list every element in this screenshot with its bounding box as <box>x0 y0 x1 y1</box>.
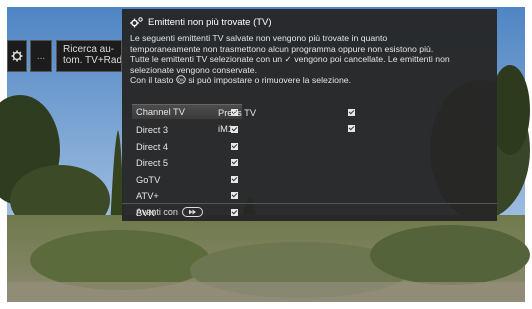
svg-text:OK: OK <box>178 78 186 83</box>
auto-search-label-line1: Ricerca au- <box>63 44 115 55</box>
channel-name: GoTV <box>136 174 161 185</box>
description-line: temporaneamente non trasmettono alcun pr… <box>130 43 434 54</box>
checkbox-checked[interactable] <box>231 192 238 199</box>
auto-search-label-line2: tom. TV+Radi <box>63 55 122 66</box>
dialog-description: Le seguenti emittenti TV salvate non ven… <box>130 33 490 86</box>
ok-instruction-before: Con il tasto <box>130 75 174 86</box>
checkbox-checked[interactable] <box>231 176 238 183</box>
more-label: ... <box>36 50 46 62</box>
tv-screen: ... Ricerca au- tom. TV+Radi Emittenti n… <box>0 0 532 309</box>
settings-gear-icon <box>130 16 143 27</box>
ok-button-icon: OK <box>176 75 186 85</box>
footer-divider <box>122 203 497 204</box>
channel-name: Press TV <box>218 107 257 118</box>
channel-item-atv-plus[interactable]: ATV+ <box>132 188 242 203</box>
more-tile[interactable]: ... <box>30 40 52 72</box>
ok-instruction-line: Con il tasto OK si può impostare o rimuo… <box>130 75 490 86</box>
channel-item-gotv[interactable]: GoTV <box>132 172 242 187</box>
ok-instruction-after: si può impostare o rimuovere la selezion… <box>188 75 352 86</box>
dialog-title: Emittenti non più trovate (TV) <box>130 14 272 30</box>
dialog-title-text: Emittenti non più trovate (TV) <box>148 16 272 28</box>
description-line: Le seguenti emittenti TV salvate non ven… <box>130 33 388 43</box>
auto-search-tile[interactable]: Ricerca au- tom. TV+Radi <box>56 40 122 72</box>
checkbox-checked[interactable] <box>231 159 238 166</box>
settings-tile[interactable] <box>7 40 27 72</box>
channel-name: iM1 <box>218 123 233 134</box>
channel-name: ATV+ <box>136 190 159 201</box>
gear-icon <box>11 50 23 62</box>
description-line: selezionate vengono conservate. <box>130 64 258 75</box>
checkbox-checked[interactable] <box>231 143 238 150</box>
channel-item-direct-5[interactable]: Direct 5 <box>132 155 242 170</box>
dialog-footer: Avanti con <box>136 207 203 217</box>
fast-forward-button-icon <box>181 207 203 217</box>
footer-label: Avanti con <box>136 207 178 217</box>
description-line: Tutte le emittenti TV selezionate con un… <box>130 54 450 65</box>
channel-item-direct-4[interactable]: Direct 4 <box>132 139 242 154</box>
channel-item-press-tv[interactable]: Press TV <box>214 105 359 120</box>
channel-item-im1[interactable]: iM1 <box>214 121 359 136</box>
channel-name: Direct 4 <box>136 141 169 152</box>
checkbox-checked[interactable] <box>348 125 355 132</box>
checkbox-checked[interactable] <box>231 209 238 216</box>
channel-name: Direct 5 <box>136 157 169 168</box>
channels-not-found-dialog: Emittenti non più trovate (TV) Le seguen… <box>122 9 497 221</box>
checkbox-checked[interactable] <box>348 109 355 116</box>
